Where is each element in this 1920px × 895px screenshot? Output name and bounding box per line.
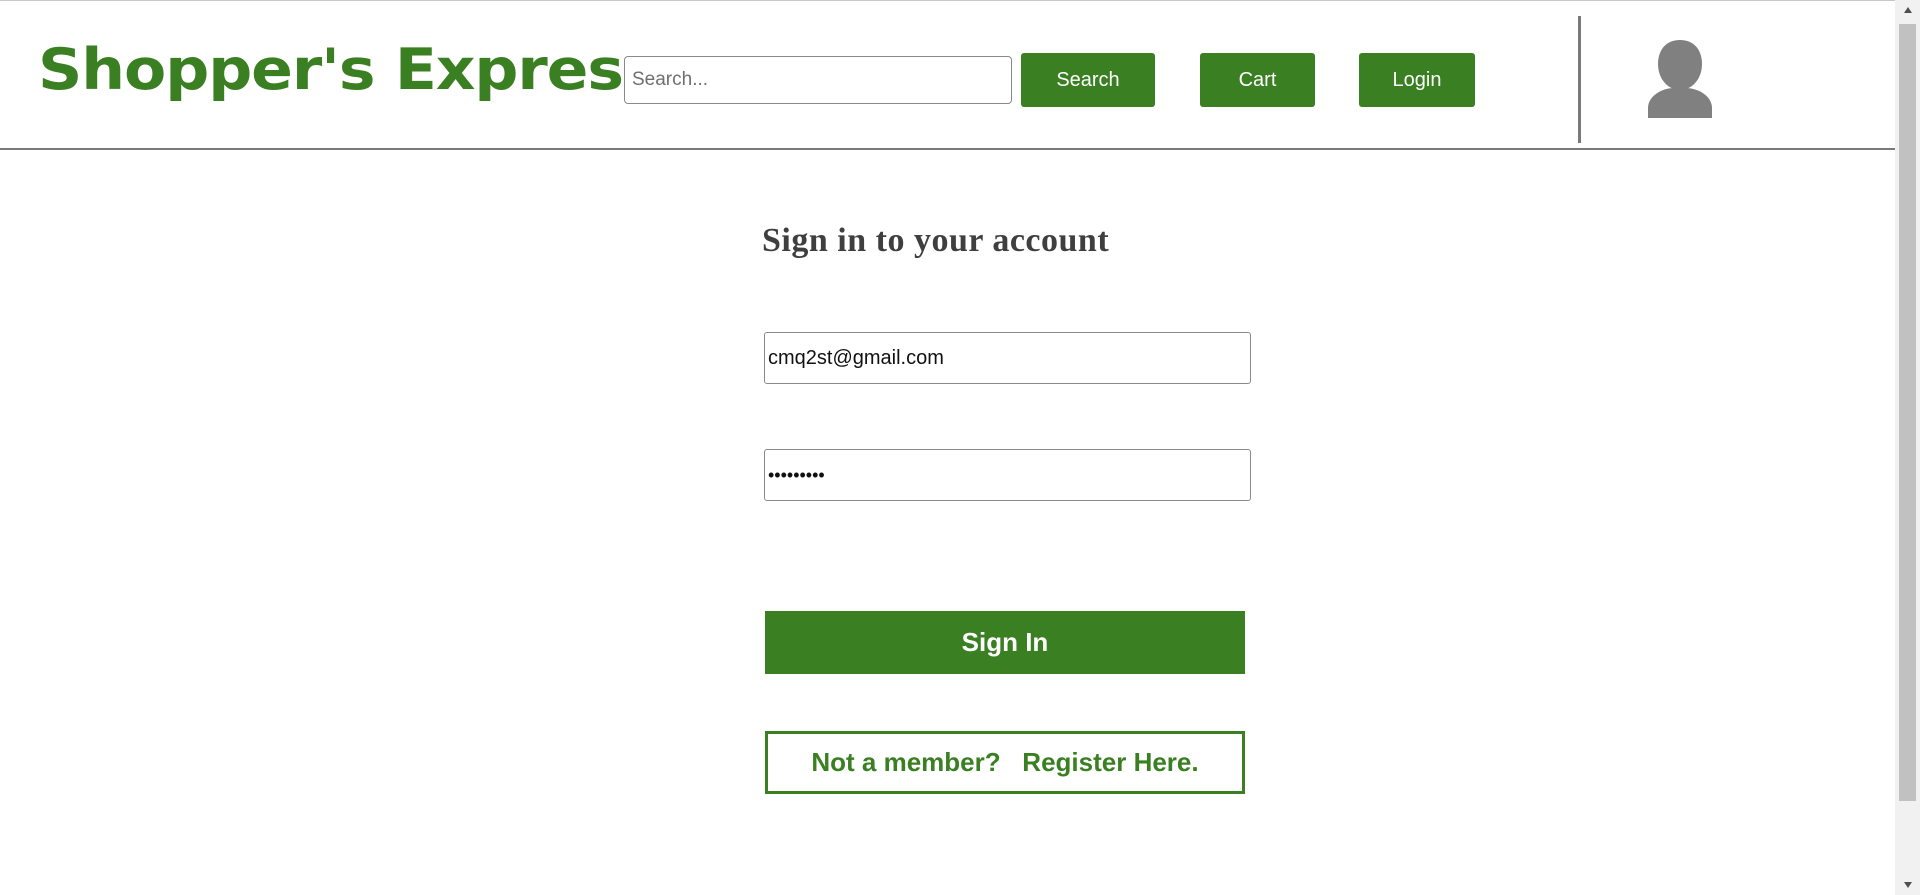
header-divider (1578, 16, 1581, 143)
signin-title: Sign in to your account (762, 222, 1110, 259)
email-field[interactable] (764, 332, 1251, 384)
search-input[interactable] (624, 56, 1012, 104)
register-button[interactable]: Not a member? Register Here. (765, 731, 1245, 794)
vertical-scrollbar[interactable] (1895, 0, 1920, 895)
scroll-down-arrow-icon[interactable] (1895, 875, 1920, 895)
search-button[interactable]: Search (1021, 53, 1155, 107)
signin-button[interactable]: Sign In (765, 611, 1245, 674)
page: Shopper's Express Search Cart Login Sign… (0, 0, 1920, 895)
cart-button[interactable]: Cart (1200, 53, 1315, 107)
user-avatar-icon[interactable] (1644, 38, 1716, 118)
scroll-up-arrow-icon[interactable] (1895, 0, 1920, 20)
site-logo[interactable]: Shopper's Express (38, 30, 660, 110)
scrollbar-thumb[interactable] (1899, 24, 1916, 801)
password-field[interactable] (764, 449, 1251, 501)
login-button[interactable]: Login (1359, 53, 1475, 107)
site-header: Shopper's Express Search Cart Login (0, 0, 1895, 150)
